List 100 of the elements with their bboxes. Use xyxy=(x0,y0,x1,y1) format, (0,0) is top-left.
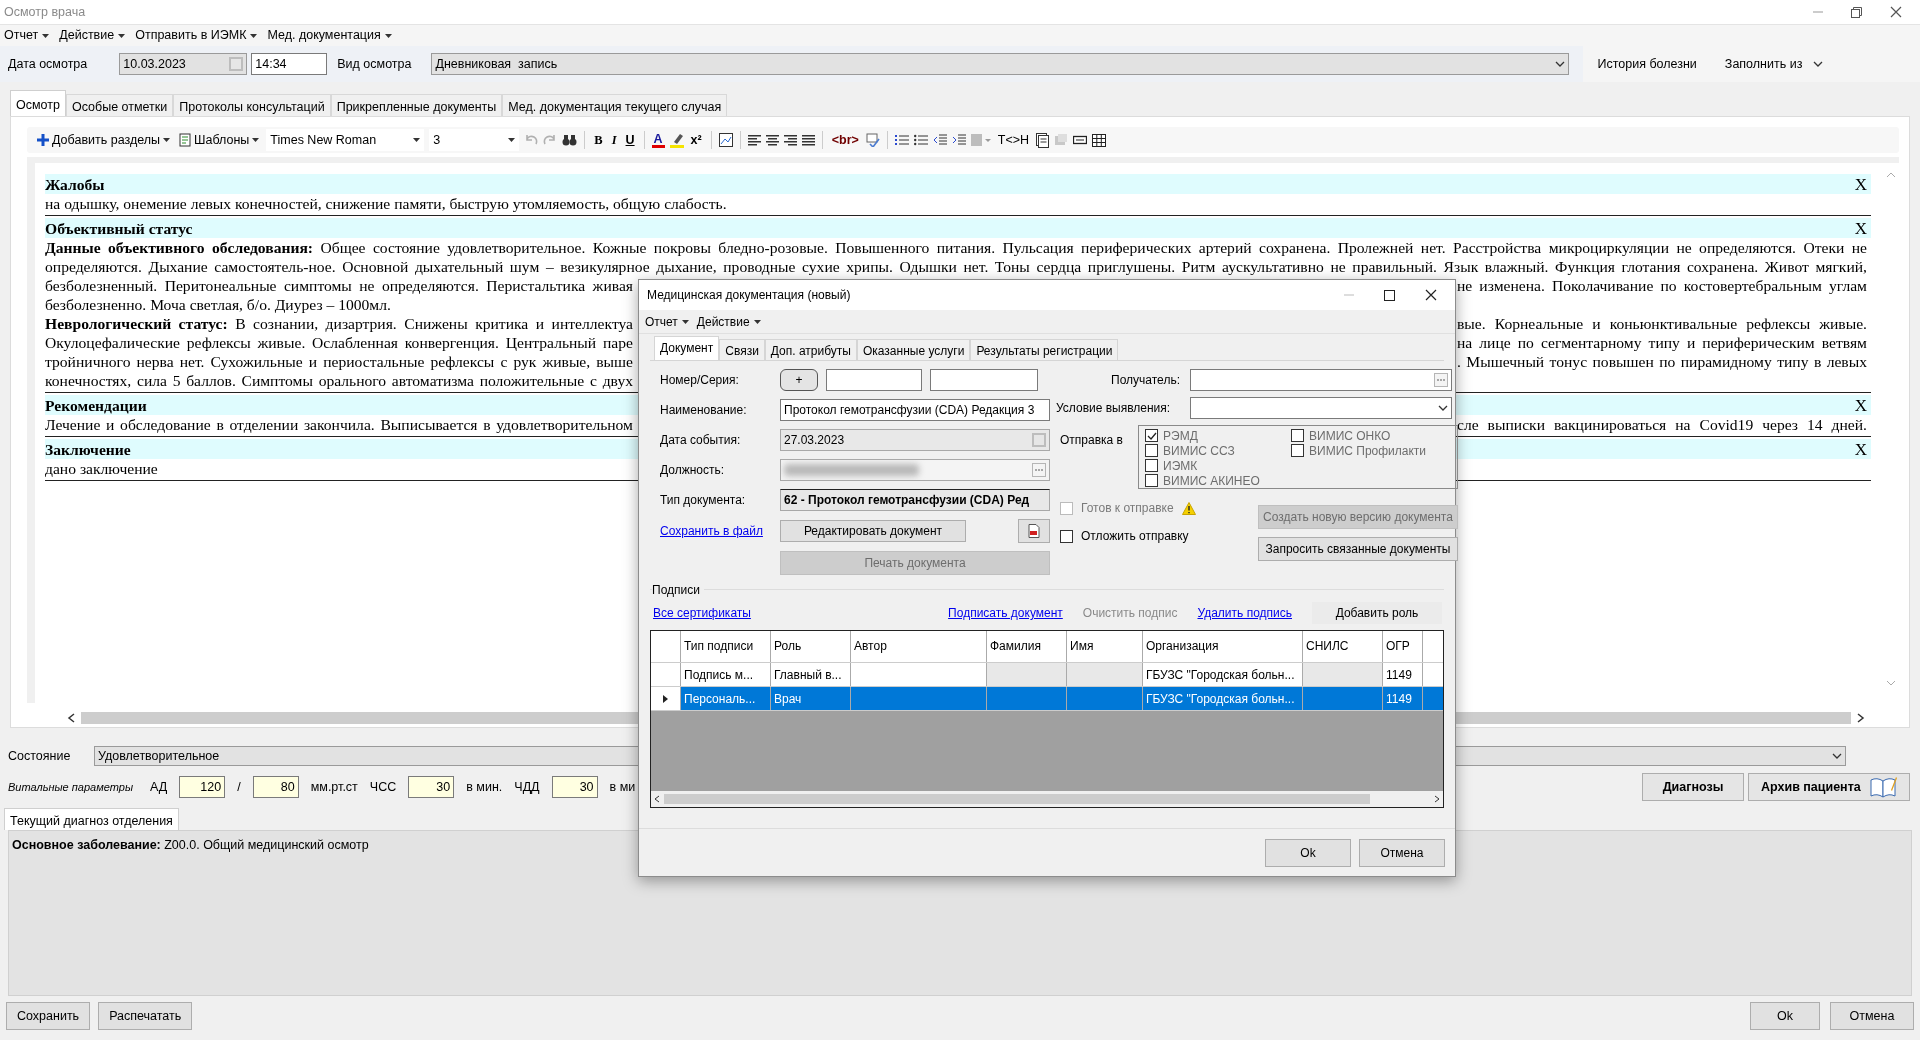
menu-item[interactable]: Действие xyxy=(696,312,761,331)
menu-item[interactable]: Мед. документация xyxy=(267,26,392,45)
align-right-icon[interactable] xyxy=(783,134,797,146)
tab[interactable]: Оказанные услуги xyxy=(856,339,971,360)
diagnoses-button[interactable]: Диагнозы xyxy=(1642,773,1744,801)
section-title: Жалобы xyxy=(45,174,105,194)
numbered-list-icon[interactable] xyxy=(894,134,909,146)
underline-button[interactable]: U xyxy=(623,130,637,150)
section-remove-button[interactable]: X xyxy=(1854,439,1871,459)
menu-item[interactable]: Действие xyxy=(59,26,126,45)
patient-archive-button[interactable]: Архив пациента xyxy=(1748,773,1910,801)
table-cell: Персональ... xyxy=(681,687,771,710)
tab[interactable]: Документ xyxy=(654,336,720,360)
section-remove-button[interactable]: X xyxy=(1854,218,1871,238)
tag-toggle-button[interactable]: T<>H xyxy=(995,130,1032,150)
bold-button[interactable]: B xyxy=(592,130,605,150)
event-date-field[interactable]: 27.03.2023 xyxy=(780,429,1050,451)
ok-button[interactable]: Ok xyxy=(1265,839,1351,867)
checkbox[interactable] xyxy=(1145,474,1158,487)
justify-icon[interactable] xyxy=(801,134,815,146)
font-color-button[interactable]: A xyxy=(651,132,665,148)
tab[interactable]: Осмотр xyxy=(10,90,66,116)
condition-combo[interactable] xyxy=(1190,397,1452,419)
vital-input[interactable]: 120 xyxy=(179,776,226,798)
checkbox[interactable] xyxy=(1060,529,1073,543)
dropdown-button[interactable]: Заполнить из xyxy=(1722,54,1826,74)
text-line: тройничного нерва нет. Сухожильные и периостальные рефлексы с рук живые, выше xyxy=(45,352,633,371)
checkbox[interactable] xyxy=(1291,444,1304,457)
table-icon[interactable] xyxy=(1092,133,1107,147)
menu-item[interactable]: Отчет xyxy=(4,26,50,45)
checkbox-label: ИЭМК xyxy=(1163,457,1198,475)
align-left-icon[interactable] xyxy=(747,134,761,146)
request-related-button[interactable]: Запросить связанные документы xyxy=(1258,537,1458,561)
history-button[interactable]: История болезни xyxy=(1595,54,1699,74)
diagnosis-tab[interactable]: Текущий диагноз отделения xyxy=(4,808,179,830)
signature-link[interactable]: Подписать документ xyxy=(948,604,1063,622)
line-break-button[interactable]: <br> xyxy=(829,130,861,150)
close-icon[interactable] xyxy=(1425,289,1437,301)
position-field[interactable] xyxy=(780,459,1050,481)
restore-icon[interactable] xyxy=(1851,6,1862,18)
signature-link[interactable]: Все сертификаты xyxy=(653,604,751,622)
field-icon[interactable] xyxy=(1073,135,1088,145)
vital-input[interactable]: 30 xyxy=(551,776,598,798)
checkbox-label: ВИМИС Профилакти xyxy=(1309,442,1427,460)
font-combo[interactable]: Times New Roman xyxy=(266,129,425,151)
name-field[interactable]: Протокол гемотрансфузии (CDA) Редакция 3 xyxy=(780,399,1050,421)
tab[interactable]: Прикрепленные документы xyxy=(330,94,503,116)
vital-input[interactable]: 30 xyxy=(408,776,455,798)
vital-input[interactable]: 80 xyxy=(252,776,299,798)
add-sections-button[interactable]: Добавить разделы xyxy=(35,130,173,150)
save-to-file-link[interactable]: Сохранить в файл xyxy=(660,522,780,540)
italic-button[interactable]: I xyxy=(609,130,619,150)
maximize-icon[interactable] xyxy=(1384,289,1395,301)
horizontal-scrollbar[interactable] xyxy=(651,791,1443,807)
menu-item[interactable]: Отправить в ИЭМК xyxy=(135,26,258,45)
tab[interactable]: Протоколы консультаций xyxy=(173,94,331,116)
superscript-button[interactable]: x² xyxy=(688,130,704,150)
document-type-field[interactable]: 62 - Протокол гемотрансфузии (CDA) Ред xyxy=(780,489,1050,511)
ok-button[interactable]: Ok xyxy=(1750,1002,1820,1030)
cancel-button[interactable]: Отмена xyxy=(1830,1002,1914,1030)
size-combo[interactable]: 3 xyxy=(429,129,520,151)
date-field[interactable]: 10.03.2023 xyxy=(119,53,248,75)
tab[interactable]: Особые отметки xyxy=(65,94,174,116)
checkbox[interactable] xyxy=(1145,429,1158,442)
bullet-list-icon[interactable] xyxy=(913,134,928,146)
tab[interactable]: Результаты регистрации xyxy=(970,339,1119,360)
add-button[interactable]: + xyxy=(780,369,818,391)
binoculars-icon[interactable] xyxy=(562,134,578,146)
menu-item[interactable]: Отчет xyxy=(645,312,689,331)
edit-document-button[interactable]: Редактировать документ xyxy=(780,520,966,542)
time-field[interactable]: 14:34 xyxy=(251,53,328,75)
save-button[interactable]: Сохранить xyxy=(6,1002,91,1030)
checkbox[interactable] xyxy=(1291,429,1304,442)
section-remove-button[interactable]: X xyxy=(1854,395,1871,415)
checkbox[interactable] xyxy=(1145,444,1158,457)
pdf-button[interactable] xyxy=(1018,519,1050,543)
table-row[interactable]: Персональ... Врач ГБУЗС "Городская больн... 1149 xyxy=(651,687,1443,711)
templates-button[interactable]: Шаблоны xyxy=(177,130,262,150)
indent-icon[interactable] xyxy=(951,134,966,146)
recipient-field[interactable] xyxy=(1190,369,1452,391)
tab[interactable]: Связи xyxy=(719,339,765,360)
print-button[interactable]: Распечатать xyxy=(98,1002,193,1030)
highlighter-icon[interactable] xyxy=(669,132,684,148)
spellcheck-icon[interactable] xyxy=(865,133,880,147)
image-icon[interactable] xyxy=(718,133,733,147)
add-role-button[interactable]: Добавить роль xyxy=(1312,602,1442,624)
tab[interactable]: Мед. документация текущего случая xyxy=(502,94,728,116)
cancel-button[interactable]: Отмена xyxy=(1359,839,1445,867)
section-remove-button[interactable]: X xyxy=(1854,174,1871,194)
checkbox[interactable] xyxy=(1145,459,1158,472)
number-field[interactable] xyxy=(826,369,922,391)
tab[interactable]: Доп. атрибуты xyxy=(764,339,857,360)
document-list-icon[interactable] xyxy=(1036,132,1050,148)
signature-link[interactable]: Удалить подпись xyxy=(1197,604,1292,622)
close-icon[interactable] xyxy=(1890,6,1902,18)
exam-type-combo[interactable]: Дневниковая запись xyxy=(431,53,1570,75)
series-field[interactable] xyxy=(930,369,1038,391)
outdent-icon[interactable] xyxy=(932,134,947,146)
align-center-icon[interactable] xyxy=(765,134,779,146)
table-row[interactable]: Подпись м... Главный в... ГБУЗС "Городская больн... 1149 xyxy=(651,663,1443,687)
